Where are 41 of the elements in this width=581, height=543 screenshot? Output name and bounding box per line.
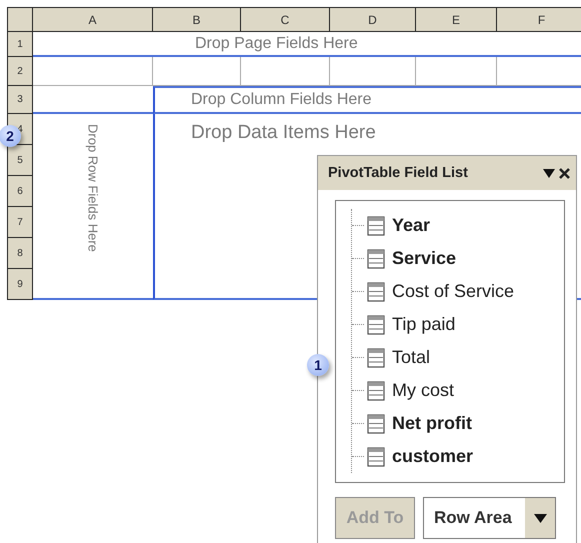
field-item[interactable]: customer (392, 446, 474, 467)
row-header[interactable]: 5 (7, 145, 33, 176)
field-item[interactable]: Cost of Service (392, 281, 514, 302)
row-header[interactable]: 9 (7, 269, 33, 300)
column-header[interactable]: E (416, 7, 497, 32)
field-icon (367, 216, 385, 236)
field-item[interactable]: My cost (392, 380, 454, 401)
field-item[interactable]: Service (392, 248, 456, 269)
corner-header[interactable] (7, 7, 33, 32)
data-item-drop-label: Drop Data Items Here (191, 122, 376, 143)
column-header[interactable]: D (330, 7, 416, 32)
row-field-drop-label: Drop Row Fields Here (86, 124, 100, 252)
row-header[interactable]: 8 (7, 238, 33, 269)
page-field-drop-area: Drop Page Fields Here (33, 32, 581, 57)
field-icon (367, 314, 385, 334)
callout-tooltip: 1 (307, 354, 329, 376)
row-header[interactable]: 3 (7, 86, 33, 114)
field-icon (367, 446, 385, 466)
dropdown-triangle-icon[interactable] (543, 168, 555, 178)
caret-icon[interactable] (534, 514, 546, 522)
field-item[interactable]: Year (392, 215, 430, 236)
field-icon (367, 248, 385, 268)
column-header[interactable]: B (153, 7, 241, 32)
row-header[interactable]: 6 (7, 176, 33, 207)
panel-title: PivotTable Field List (328, 165, 469, 181)
close-icon[interactable] (559, 168, 570, 178)
field-item[interactable]: Net profit (392, 413, 472, 434)
row-header[interactable]: 7 (7, 207, 33, 238)
field-item[interactable]: Tip paid (392, 314, 456, 335)
area-dropdown[interactable]: Row Area (423, 497, 556, 539)
row-header[interactable]: 2 (7, 57, 33, 86)
field-icon (367, 282, 385, 302)
field-icon (367, 348, 385, 368)
row-header[interactable]: 1 (7, 32, 33, 57)
field-item[interactable]: Total (392, 347, 430, 368)
column-header[interactable]: F (497, 7, 581, 32)
field-icon (367, 414, 385, 434)
column-header[interactable]: A (33, 7, 153, 32)
field-icon (367, 380, 385, 400)
column-field-drop-area: Drop Column Fields Here (153, 86, 581, 114)
column-header[interactable]: C (241, 7, 330, 32)
